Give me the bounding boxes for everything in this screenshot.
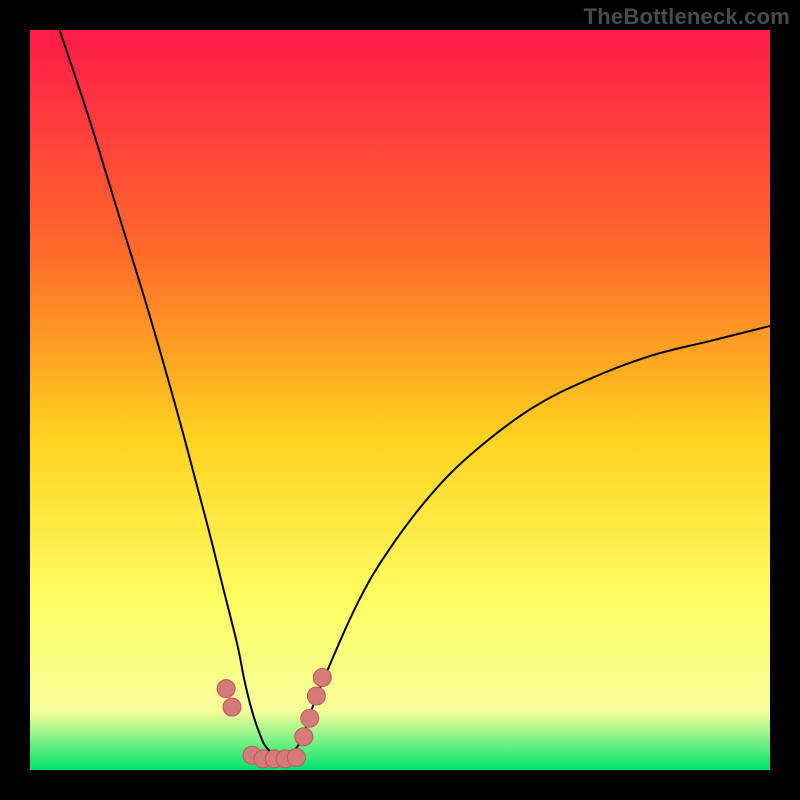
curve-marker [223, 698, 241, 716]
curve-marker [313, 669, 331, 687]
plot-area [30, 30, 770, 770]
chart-frame: TheBottleneck.com [0, 0, 800, 800]
curve-marker [301, 709, 319, 727]
curve-marker [307, 687, 325, 705]
gradient-background [30, 30, 770, 770]
curve-marker [287, 748, 305, 766]
curve-marker [217, 680, 235, 698]
curve-marker [295, 728, 313, 746]
watermark-text: TheBottleneck.com [584, 4, 790, 30]
plot-svg [30, 30, 770, 770]
